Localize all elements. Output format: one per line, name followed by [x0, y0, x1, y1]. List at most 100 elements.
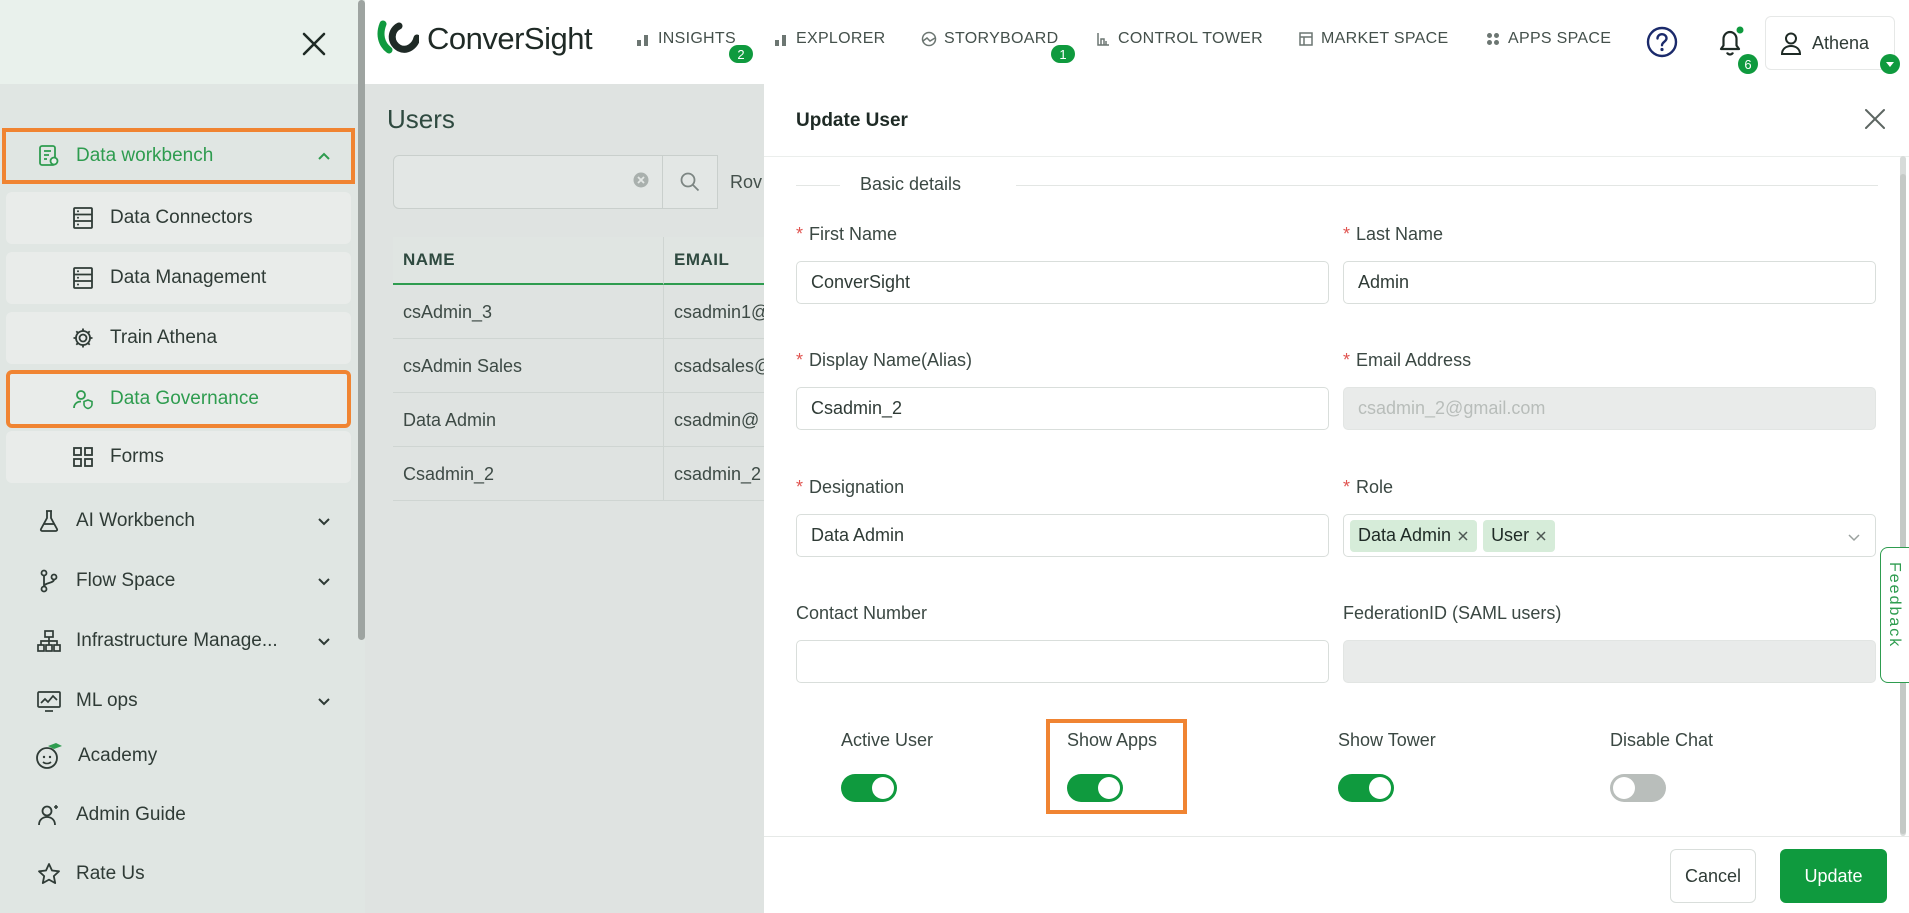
close-icon[interactable]: [1862, 106, 1888, 132]
sidebar-item-forms[interactable]: Forms: [6, 431, 351, 483]
active-user-label: Active User: [841, 730, 934, 750]
table-row[interactable]: Data Admin csadmin@: [393, 393, 765, 447]
bar-chart-icon: [775, 35, 786, 46]
sidebar-header: [0, 0, 365, 84]
database-icon: [70, 205, 96, 231]
storyboard-badge: 1: [1051, 45, 1075, 63]
sidebar-item-academy[interactable]: Academy: [0, 731, 355, 781]
contact-number-field[interactable]: [796, 640, 1329, 683]
search-input[interactable]: [393, 155, 663, 209]
designation-field[interactable]: Data Admin: [796, 514, 1329, 557]
table-row[interactable]: csAdmin_3 csadmin1@: [393, 285, 765, 339]
flask-icon: [36, 508, 62, 534]
user-name: Athena: [1812, 32, 1870, 53]
conversight-logo-icon: [377, 20, 419, 54]
page-title: Users: [387, 104, 455, 134]
display-name-field[interactable]: Csadmin_2: [796, 387, 1329, 430]
show-tower-toggle[interactable]: [1338, 774, 1394, 802]
role-select[interactable]: Data Admin User: [1343, 514, 1876, 557]
sidebar-item-train-athena[interactable]: Train Athena: [6, 312, 351, 364]
sidebar-item-ai-workbench[interactable]: AI Workbench: [0, 496, 355, 546]
nav-storyboard[interactable]: STORYBOARD: [921, 30, 1058, 48]
chevron-up-icon: [318, 152, 330, 160]
nav-label: APPS SPACE: [1508, 30, 1612, 47]
divider: [764, 836, 1909, 837]
nav-market-space[interactable]: MARKET SPACE: [1298, 30, 1448, 48]
feedback-tab[interactable]: Feedback: [1880, 547, 1909, 683]
help-icon[interactable]: [1646, 26, 1678, 58]
section-title: Basic details: [860, 174, 962, 194]
sidebar-item-label: Data Governance: [110, 388, 259, 409]
user-menu[interactable]: Athena: [1765, 16, 1895, 70]
sidebar-item-ml-ops[interactable]: ML ops: [0, 676, 355, 726]
bell-icon[interactable]: [1715, 26, 1745, 58]
remove-tag-icon[interactable]: [1457, 530, 1469, 542]
nav-control-tower[interactable]: CONTROL TOWER: [1095, 30, 1263, 48]
logo-text: ConverSight: [427, 21, 593, 56]
nav-explorer[interactable]: EXPLORER: [773, 30, 886, 48]
last-name-field[interactable]: Admin: [1343, 261, 1876, 304]
modal-title: Update User: [796, 110, 908, 131]
apps-icon: [1487, 33, 1499, 45]
close-icon[interactable]: [300, 30, 328, 58]
remove-tag-icon[interactable]: [1535, 530, 1547, 542]
sidebar-item-data-governance[interactable]: Data Governance: [6, 370, 351, 428]
designation-label: * Designation: [796, 477, 905, 497]
sidebar-item-label: Rate Us: [76, 863, 145, 884]
active-user-toggle[interactable]: [841, 774, 897, 802]
sidebar-item-rate-us[interactable]: Rate Us: [0, 849, 355, 899]
table-row[interactable]: csAdmin Sales csadsales@: [393, 339, 765, 393]
academy-icon: [34, 741, 64, 771]
sidebar-item-label: Data Connectors: [110, 207, 253, 228]
column-header-name[interactable]: NAME: [393, 237, 663, 285]
nav-label: EXPLORER: [796, 30, 886, 47]
sidebar-item-label: AI Workbench: [76, 510, 195, 531]
disable-chat-toggle[interactable]: [1610, 774, 1666, 802]
modal-scrollbar[interactable]: [1900, 174, 1906, 834]
sidebar-item-label: ML ops: [76, 690, 138, 711]
last-name-label: * Last Name: [1343, 224, 1444, 244]
chevron-down-icon: [318, 518, 330, 526]
search-button[interactable]: [663, 155, 718, 209]
nav-label: CONTROL TOWER: [1118, 30, 1263, 47]
nav-label: INSIGHTS: [658, 30, 736, 47]
star-icon: [36, 861, 62, 887]
sidebar-item-label: Admin Guide: [76, 804, 186, 825]
cell-email: csadmin1@: [663, 285, 765, 339]
logo[interactable]: ConverSight: [377, 20, 593, 58]
federation-id-label: FederationID (SAML users): [1343, 603, 1562, 623]
sidebar-item-data-management[interactable]: Data Management: [6, 252, 351, 304]
database-icon: [70, 265, 96, 291]
sidebar-item-label: Academy: [78, 745, 158, 766]
user-menu-caret[interactable]: [1880, 54, 1900, 74]
update-button[interactable]: Update: [1780, 849, 1887, 903]
column-header-email[interactable]: EMAIL: [663, 237, 765, 285]
sidebar-item-data-workbench[interactable]: Data workbench: [2, 128, 355, 184]
insights-badge: 2: [729, 45, 753, 63]
table-row[interactable]: Csadmin_2 csadmin_2: [393, 447, 765, 501]
grid-icon: [70, 444, 96, 470]
update-user-drawer: Update User Basic details * First Name Co…: [764, 84, 1909, 913]
sidebar-item-data-connectors[interactable]: Data Connectors: [6, 192, 351, 244]
show-tower-label: Show Tower: [1338, 730, 1436, 750]
first-name-field[interactable]: ConverSight: [796, 261, 1329, 304]
nav-apps-space[interactable]: APPS SPACE: [1485, 30, 1611, 48]
contact-number-label: Contact Number: [796, 603, 928, 623]
nav-insights[interactable]: INSIGHTS: [635, 30, 736, 48]
sidebar-item-label: Flow Space: [76, 570, 176, 591]
bar-chart-icon: [637, 35, 648, 46]
divider: [764, 156, 1909, 157]
tower-icon: [1097, 33, 1109, 46]
show-apps-highlight: [1046, 719, 1187, 814]
sidebar-item-flow-space[interactable]: Flow Space: [0, 556, 355, 606]
role-tag: Data Admin: [1350, 519, 1478, 552]
data-workbench-icon: [36, 143, 62, 169]
sidebar-scrollbar[interactable]: [358, 0, 365, 640]
sidebar-item-infrastructure[interactable]: Infrastructure Manage...: [0, 616, 355, 666]
rows-per-page-label: Rov: [730, 172, 763, 192]
cancel-button[interactable]: Cancel: [1670, 849, 1756, 903]
clear-icon[interactable]: [632, 171, 650, 189]
feedback-label: Feedback: [1886, 562, 1903, 649]
sidebar-item-admin-guide[interactable]: Admin Guide: [0, 790, 355, 840]
cell-name: Csadmin_2: [403, 463, 495, 484]
